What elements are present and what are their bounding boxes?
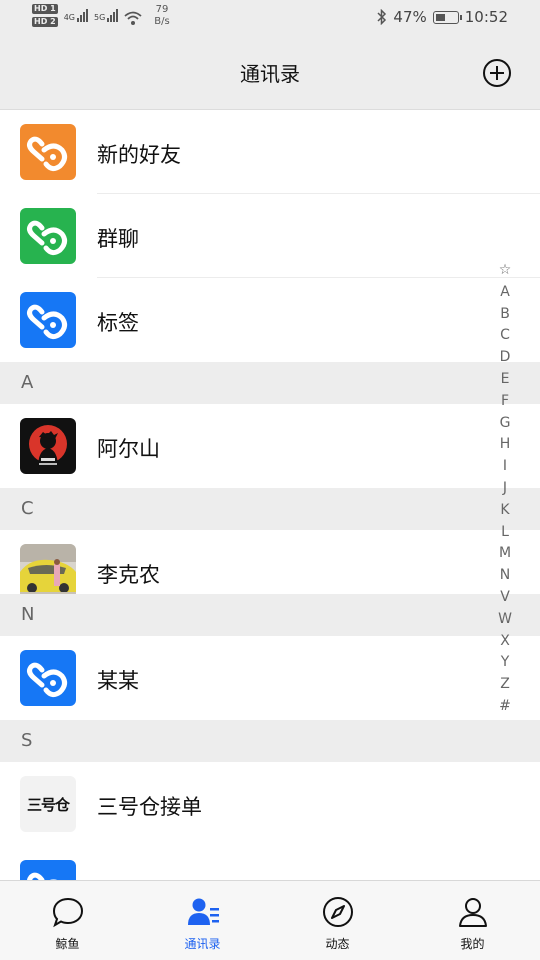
tab-whale[interactable]: 鲸鱼	[0, 881, 135, 960]
sim1-badge: HD 1	[32, 4, 58, 14]
index-letter[interactable]: ☆	[499, 260, 512, 282]
contact-item[interactable]: 某某	[0, 636, 540, 720]
battery-fill	[435, 13, 445, 21]
list-item-label: 标签	[97, 311, 139, 335]
index-letter[interactable]: #	[499, 696, 511, 718]
avatar: 三号仓	[20, 776, 76, 832]
index-letter[interactable]: B	[500, 304, 510, 326]
index-letter[interactable]: C	[500, 325, 510, 347]
app-logo-icon	[20, 292, 76, 348]
section-letter: C	[21, 498, 34, 519]
tab-label: 鲸鱼	[55, 937, 80, 951]
new-friends-item[interactable]: 新的好友	[0, 110, 540, 194]
index-letter[interactable]: F	[501, 391, 509, 413]
tab-bar: 鲸鱼 通讯录 动态 我的	[0, 880, 540, 960]
section-header-s: S	[0, 720, 540, 762]
index-letter[interactable]: A	[500, 282, 510, 304]
status-bar: HD 1 HD 2 4G 5G 79 B/s 47% 10:52	[0, 0, 540, 36]
contacts-icon	[187, 898, 219, 925]
clock: 10:52	[464, 8, 508, 26]
index-letter[interactable]: G	[500, 413, 511, 435]
network-type-1: 4G	[63, 13, 75, 22]
index-letter[interactable]: V	[500, 587, 510, 609]
list-item-label: 某某	[97, 669, 139, 693]
chat-bubble-icon	[52, 897, 83, 928]
status-bar-left: HD 1 HD 2 4G 5G 79 B/s	[32, 4, 170, 28]
avatar	[20, 418, 76, 474]
avatar	[20, 544, 76, 600]
index-letter[interactable]: D	[500, 347, 511, 369]
index-letter[interactable]: W	[498, 609, 512, 631]
index-letter[interactable]: M	[499, 543, 511, 565]
index-letter[interactable]: X	[500, 631, 510, 653]
section-header-a: A	[0, 362, 540, 404]
avatar-logo-text: 三号仓	[26, 795, 70, 814]
sim-indicators: HD 1 HD 2	[32, 4, 58, 27]
index-letter[interactable]: Z	[500, 674, 510, 696]
battery-icon	[432, 10, 462, 24]
network-type-2: 5G	[93, 13, 106, 22]
app-logo-icon	[20, 124, 76, 180]
signal-1: 4G	[64, 8, 88, 22]
group-chats-item[interactable]: 群聊	[0, 194, 540, 278]
section-header-n: N	[0, 594, 540, 636]
section-letter: N	[21, 604, 35, 625]
network-speed: 79 B/s	[154, 4, 169, 28]
index-letter[interactable]: I	[503, 456, 507, 478]
index-letter[interactable]: K	[500, 500, 509, 522]
signal-bars-icon	[107, 8, 119, 22]
index-letter[interactable]: L	[501, 522, 509, 544]
alphabet-index[interactable]: ☆ A B C D E F G H I J K L M N V W X Y Z #	[497, 260, 513, 718]
list-item-label: 新的好友	[97, 143, 181, 167]
index-letter[interactable]: H	[500, 434, 511, 456]
status-bar-right: 47% 10:52	[377, 8, 508, 26]
tab-moments[interactable]: 动态	[270, 881, 405, 960]
contact-list[interactable]: 新的好友 群聊 标签 A 阿尔山 C 李克农 N 某某 S 三号仓 三号仓接单	[0, 110, 540, 880]
app-logo-icon	[20, 860, 76, 880]
wifi-icon	[124, 11, 142, 25]
bluetooth-icon	[377, 9, 387, 25]
signal-2: 5G	[93, 8, 119, 22]
contact-item[interactable]: 阿尔山	[0, 404, 540, 488]
list-item-label: 阿尔山	[97, 437, 160, 461]
plus-circle-icon[interactable]	[482, 58, 512, 88]
speed-unit: B/s	[154, 16, 170, 27]
index-letter[interactable]: J	[503, 478, 507, 500]
person-icon	[458, 898, 487, 927]
nav-bar: 通讯录	[0, 36, 540, 110]
section-letter: S	[21, 730, 33, 751]
index-letter[interactable]: E	[501, 369, 510, 391]
signal-bars-icon	[76, 8, 88, 22]
tags-item[interactable]: 标签	[0, 278, 540, 362]
section-letter: A	[21, 372, 34, 393]
list-item-label: 三号仓接单	[97, 795, 202, 819]
index-letter[interactable]: N	[500, 565, 510, 587]
list-item-label: 李克农	[97, 563, 160, 587]
app-logo-icon	[20, 208, 76, 264]
tab-label: 我的	[460, 937, 485, 951]
contact-item[interactable]: 张红	[0, 846, 540, 880]
page-title: 通讯录	[240, 62, 300, 86]
tab-label: 动态	[325, 937, 350, 951]
section-header-c: C	[0, 488, 540, 530]
tab-contacts[interactable]: 通讯录	[135, 881, 270, 960]
tab-me[interactable]: 我的	[405, 881, 540, 960]
list-item-label: 群聊	[97, 227, 139, 251]
index-letter[interactable]: Y	[501, 652, 510, 674]
compass-icon	[322, 897, 353, 927]
tab-label: 通讯录	[184, 937, 221, 951]
battery-percent: 47%	[393, 8, 427, 26]
speed-value: 79	[155, 4, 169, 15]
contact-item[interactable]: 三号仓 三号仓接单	[0, 762, 540, 846]
sim2-badge: HD 2	[32, 17, 58, 27]
app-logo-icon	[20, 650, 76, 706]
